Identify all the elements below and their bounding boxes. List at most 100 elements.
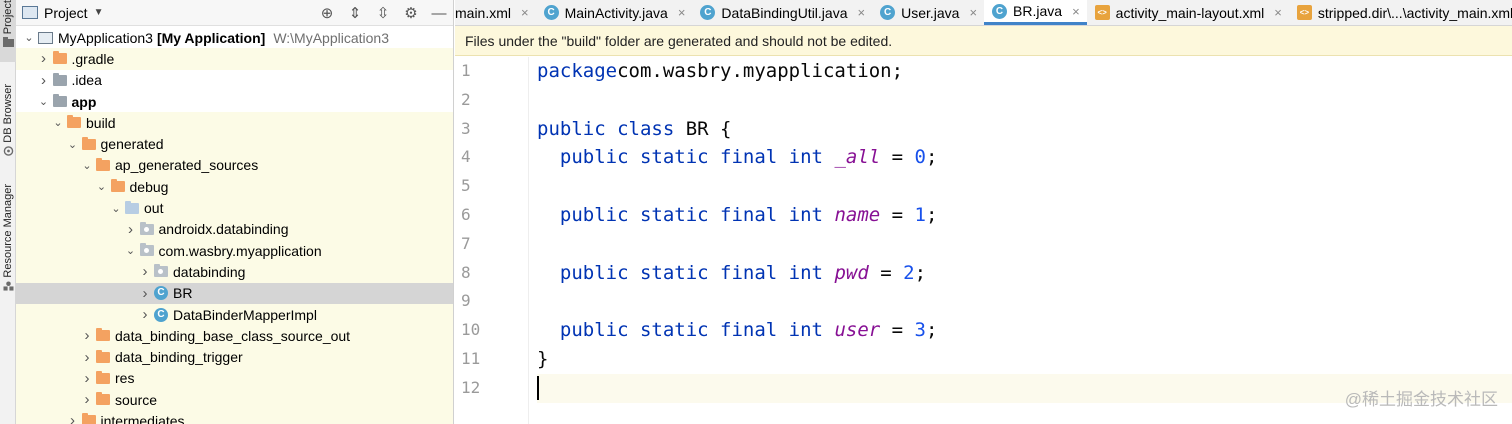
chevron-right-icon[interactable]: › (37, 50, 51, 67)
tree-row[interactable]: › data_binding_trigger (16, 346, 453, 368)
chevron-down-icon[interactable]: ⌄ (80, 159, 94, 172)
editor-tab[interactable]: <> activity_main-layout.xml × (1087, 0, 1289, 25)
collapse-all-icon[interactable]: ⇳ (369, 4, 397, 22)
tree-row[interactable]: ⌄ app (16, 91, 453, 112)
locate-target-icon[interactable]: ⊕ (313, 4, 341, 22)
chevron-right-icon[interactable]: › (80, 370, 94, 387)
project-tool-tab[interactable]: Project (0, 0, 16, 62)
chevron-down-icon[interactable]: ▼ (94, 7, 104, 18)
line-number: 12 (461, 377, 481, 397)
close-icon[interactable]: × (521, 5, 529, 20)
tree-item-label: out (144, 200, 164, 217)
db-browser-tool-label: DB Browser (2, 84, 14, 143)
package-icon (154, 264, 168, 278)
code-line[interactable] (537, 230, 1512, 259)
chevron-right-icon[interactable]: › (66, 412, 80, 424)
chevron-right-icon[interactable]: › (80, 349, 94, 366)
close-icon[interactable]: × (1274, 5, 1282, 20)
tree-row[interactable]: ⌄ MyApplication3 [My Application] W:\MyAppl… (16, 27, 453, 48)
tree-row[interactable]: ⌄ out (16, 197, 453, 219)
tree-item-label: data_binding_base_class_source_out (115, 327, 351, 344)
project-view-selector[interactable]: Project (44, 5, 88, 21)
keyword: package (537, 60, 618, 82)
tree-item-label: ap_generated_sources (115, 157, 259, 174)
field-name: pwd (834, 261, 869, 284)
chevron-down-icon[interactable]: ⌄ (95, 180, 109, 193)
tree-row[interactable]: › androidx.databinding (16, 218, 453, 240)
field-name: _all (834, 146, 881, 169)
editor-tab[interactable]: C DataBindingUtil.java × (692, 0, 872, 25)
project-tool-label: Project (2, 0, 14, 35)
folder-icon (110, 179, 125, 193)
chevron-right-icon[interactable]: › (124, 221, 138, 238)
tree-row[interactable]: › C DataBinderMapperImpl (16, 303, 453, 326)
chevron-right-icon[interactable]: › (138, 306, 152, 323)
tree-row[interactable]: › databinding (16, 261, 453, 283)
code-view[interactable]: 1 2 3 4 5 6 7 8 9 10 11 12 packagecom.wasbry.myappl… (455, 57, 1512, 424)
tree-item-label: MyApplication3 (58, 29, 153, 46)
project-view-icon (22, 6, 38, 19)
editor-tab[interactable]: main.xml × (455, 0, 536, 25)
gear-icon[interactable]: ⚙ (397, 4, 425, 22)
xml-file-icon: <> (1094, 5, 1110, 20)
code-line[interactable]: public static final int user = 3; (537, 316, 1512, 345)
chevron-right-icon[interactable]: › (80, 327, 94, 344)
tree-row[interactable]: ⌄ build (16, 112, 453, 134)
chevron-down-icon[interactable]: ⌄ (51, 116, 65, 129)
code-text: ; (926, 319, 938, 342)
editor-tab[interactable]: C MainActivity.java × (536, 0, 693, 25)
tree-row[interactable]: › .gradle (16, 48, 453, 70)
editor-tab[interactable]: C BR.java × (984, 0, 1087, 25)
db-browser-tool-tab[interactable]: DB Browser (0, 84, 16, 164)
chevron-down-icon[interactable]: ⌄ (124, 244, 138, 257)
code-line[interactable] (537, 172, 1512, 201)
tree-row[interactable]: › data_binding_base_class_source_out (16, 325, 453, 347)
tree-row[interactable]: › intermediates (16, 410, 453, 424)
project-panel: Project ▼ ⊕ ⇕ ⇳ ⚙ — ⌄ MyApplication3 [My A… (16, 0, 454, 424)
tree-item-label: .gradle (71, 50, 115, 67)
code-line[interactable]: } (537, 345, 1512, 374)
chevron-down-icon[interactable]: ⌄ (109, 202, 123, 215)
chevron-down-icon[interactable]: ⌄ (22, 31, 36, 44)
keyword: public static final int (559, 146, 823, 169)
editor-tab[interactable]: <>stripped.dir\...\activity_main.xml× (1289, 0, 1512, 25)
close-icon[interactable]: × (678, 5, 686, 20)
close-icon[interactable]: × (858, 5, 866, 20)
resource-manager-tool-tab[interactable]: Resource Manager (0, 184, 16, 304)
tree-row[interactable]: ⌄ com.wasbry.myapplication (16, 239, 453, 262)
tree-row[interactable]: › C BR (16, 282, 453, 304)
close-icon[interactable]: × (1072, 4, 1080, 19)
code-lines[interactable]: packagecom.wasbry.myapplication; public c… (537, 57, 1512, 403)
close-icon[interactable]: × (969, 5, 977, 20)
tree-item-label: androidx.databinding (158, 221, 289, 238)
minimize-icon[interactable]: — (425, 5, 453, 22)
tree-row[interactable]: › res (16, 367, 453, 390)
code-line[interactable]: public class BR { (537, 115, 1512, 144)
watermark: @稀土掘金技术社区 (1344, 390, 1498, 409)
chevron-right-icon[interactable]: › (37, 72, 51, 89)
xml-file-icon: <> (1296, 5, 1312, 20)
code-line[interactable]: public static final int name = 1; (537, 201, 1512, 230)
tree-row[interactable]: › source (16, 389, 453, 411)
chevron-right-icon[interactable]: › (80, 391, 94, 408)
tree-row[interactable]: › .idea (16, 70, 453, 91)
chevron-down-icon[interactable]: ⌄ (37, 95, 51, 108)
code-line[interactable]: public static final int pwd = 2; (537, 259, 1512, 288)
code-text: ; (914, 261, 927, 284)
editor-tab[interactable]: C User.java × (872, 0, 984, 25)
chevron-right-icon[interactable]: › (138, 263, 152, 280)
code-line[interactable]: packagecom.wasbry.myapplication; (537, 57, 1512, 86)
expand-all-icon[interactable]: ⇕ (341, 4, 369, 22)
chevron-right-icon[interactable]: › (138, 285, 152, 302)
code-line[interactable]: public static final int _all = 0; (537, 143, 1512, 172)
tree-row[interactable]: ⌄ debug (16, 176, 453, 198)
code-line[interactable] (537, 86, 1512, 115)
resource-manager-tool-label: Resource Manager (2, 184, 14, 278)
keyword: public static final int (559, 319, 823, 342)
code-line[interactable] (537, 287, 1512, 316)
tree-row[interactable]: ⌄ ap_generated_sources (16, 154, 453, 177)
tree-row[interactable]: ⌄ generated (16, 133, 453, 155)
chevron-down-icon[interactable]: ⌄ (66, 138, 80, 151)
